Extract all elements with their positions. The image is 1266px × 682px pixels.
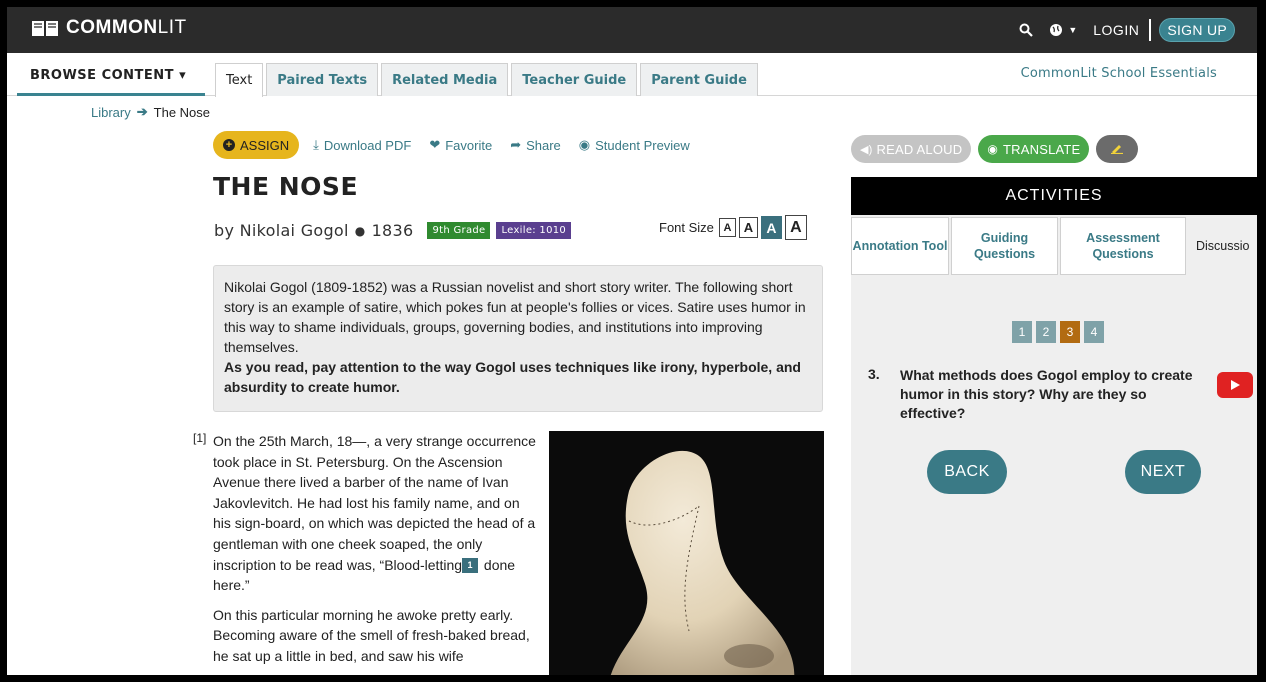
globe-icon[interactable]: ▼ bbox=[1049, 23, 1077, 37]
page-3[interactable]: 3 bbox=[1060, 321, 1080, 343]
font-size-xlarge[interactable]: A bbox=[784, 215, 807, 240]
activities-header: ACTIVITIES bbox=[851, 177, 1257, 215]
youtube-play-icon[interactable] bbox=[1217, 372, 1253, 398]
download-pdf-label: Download PDF bbox=[323, 137, 412, 153]
nav-divider bbox=[1149, 19, 1152, 41]
author: by Nikolai Gogol bbox=[214, 221, 349, 240]
publication-year: 1836 bbox=[371, 221, 414, 240]
reading-tools: ◀) READ ALOUD ◉ TRANSLATE bbox=[851, 135, 1145, 163]
content-nav: BROWSE CONTENT ▾ Text Paired Texts Relat… bbox=[7, 53, 1257, 97]
heart-hand-icon: ❤ bbox=[429, 137, 441, 152]
share-label: Share bbox=[526, 137, 561, 153]
text-actions: + ASSIGN ⤓ Download PDF ❤ Favorite ➦ Sha… bbox=[213, 131, 708, 159]
reading-focus: As you read, pay attention to the way Go… bbox=[224, 359, 801, 395]
arrow-right-icon: ➔ bbox=[136, 104, 148, 119]
globe-icon: ◉ bbox=[987, 142, 999, 156]
browse-content-menu[interactable]: BROWSE CONTENT ▾ bbox=[17, 53, 205, 96]
signup-button[interactable]: SIGN UP bbox=[1159, 18, 1235, 42]
breadcrumb-current: The Nose bbox=[153, 104, 211, 120]
plus-circle-icon: + bbox=[223, 139, 235, 151]
top-nav: COMMON LIT ▼ LOGIN SIGN UP bbox=[7, 7, 1257, 53]
pencil-icon bbox=[1110, 142, 1124, 157]
tab-text[interactable]: Text bbox=[215, 63, 264, 97]
breadcrumb: Library ➔ The Nose bbox=[91, 104, 210, 120]
favorite-link[interactable]: ❤ Favorite bbox=[429, 137, 492, 153]
page-title: THE NOSE bbox=[213, 172, 359, 201]
font-size-control: Font Size A A A A bbox=[659, 215, 810, 240]
paragraph-1: On the 25th March, 18—, a very strange o… bbox=[213, 431, 539, 596]
login-link[interactable]: LOGIN bbox=[1093, 22, 1139, 38]
font-size-large[interactable]: A bbox=[760, 216, 782, 239]
commonlit-logo[interactable]: COMMON LIT bbox=[31, 17, 187, 39]
chevron-down-icon: ▼ bbox=[1068, 25, 1078, 35]
question-number: 3. bbox=[868, 366, 880, 382]
bullet-separator: ● bbox=[354, 223, 366, 238]
nav-right: ▼ LOGIN SIGN UP bbox=[1019, 18, 1235, 42]
tab-assessment-questions[interactable]: Assessment Questions bbox=[1060, 217, 1186, 275]
school-essentials-link[interactable]: CommonLit School Essentials bbox=[1021, 66, 1217, 81]
next-button[interactable]: NEXT bbox=[1125, 450, 1201, 494]
highlighter-button[interactable] bbox=[1096, 135, 1139, 163]
paragraph-1-text: On the 25th March, 18—, a very strange o… bbox=[213, 433, 536, 573]
page-4[interactable]: 4 bbox=[1084, 321, 1104, 343]
grade-badge: 9th Grade bbox=[427, 222, 491, 239]
favorite-label: Favorite bbox=[445, 137, 493, 153]
font-size-label: Font Size bbox=[659, 220, 714, 235]
lexile-badge: Lexile: 1010 bbox=[496, 222, 572, 239]
download-pdf-link[interactable]: ⤓ Download PDF bbox=[313, 137, 411, 153]
share-icon: ➦ bbox=[510, 137, 522, 152]
share-link[interactable]: ➦ Share bbox=[510, 137, 561, 153]
assign-label: ASSIGN bbox=[240, 137, 290, 153]
eye-icon: ◉ bbox=[578, 137, 591, 152]
student-preview-link[interactable]: ◉ Student Preview bbox=[579, 137, 690, 153]
byline: by Nikolai Gogol ● 1836 9th Grade Lexile… bbox=[214, 221, 572, 240]
paragraph-number: [1] bbox=[193, 431, 207, 445]
page-frame: COMMON LIT ▼ LOGIN SIGN UP BROWSE CONTENT… bbox=[7, 7, 1257, 675]
page-2[interactable]: 2 bbox=[1036, 321, 1056, 343]
font-size-small[interactable]: A bbox=[718, 218, 736, 237]
paragraph-2: On this particular morning he awoke pret… bbox=[213, 606, 530, 664]
discussion-question: What methods does Gogol employ to create… bbox=[900, 367, 1193, 421]
breadcrumb-library[interactable]: Library bbox=[91, 105, 131, 120]
intro-text: Nikolai Gogol (1809-1852) was a Russian … bbox=[224, 279, 806, 355]
nose-image bbox=[549, 431, 824, 675]
story-text: On the 25th March, 18—, a very strange o… bbox=[213, 431, 539, 675]
activities-panel: ACTIVITIES Annotation Tool Guiding Quest… bbox=[851, 177, 1257, 675]
student-preview-label: Student Preview bbox=[595, 137, 690, 153]
translate-button[interactable]: ◉ TRANSLATE bbox=[978, 135, 1090, 163]
introduction-box: Nikolai Gogol (1809-1852) was a Russian … bbox=[213, 265, 823, 412]
activity-tabs: Annotation Tool Guiding Questions Assess… bbox=[851, 217, 1255, 275]
tab-annotation-tool[interactable]: Annotation Tool bbox=[851, 217, 949, 275]
assign-button[interactable]: + ASSIGN bbox=[213, 131, 300, 159]
page-1[interactable]: 1 bbox=[1012, 321, 1032, 343]
question-pager: 1 2 3 4 bbox=[1012, 321, 1108, 343]
footnote-marker[interactable]: 1 bbox=[462, 558, 479, 574]
tab-related-media[interactable]: Related Media bbox=[381, 63, 509, 96]
search-icon[interactable] bbox=[1019, 23, 1034, 37]
font-size-medium[interactable]: A bbox=[738, 217, 758, 238]
speaker-icon: ◀) bbox=[860, 143, 873, 156]
back-button[interactable]: BACK bbox=[927, 450, 1007, 494]
read-aloud-label: READ ALOUD bbox=[876, 141, 963, 157]
logo-text-bold: COMMON bbox=[66, 17, 158, 38]
translate-label: TRANSLATE bbox=[1003, 141, 1081, 157]
book-icon bbox=[31, 19, 59, 37]
tab-guiding-questions[interactable]: Guiding Questions bbox=[951, 217, 1058, 275]
tab-discussion[interactable]: Discussio bbox=[1188, 217, 1253, 275]
tab-parent-guide[interactable]: Parent Guide bbox=[640, 63, 758, 96]
download-icon: ⤓ bbox=[313, 137, 319, 152]
logo-text-light: LIT bbox=[157, 17, 187, 38]
tab-teacher-guide[interactable]: Teacher Guide bbox=[511, 63, 638, 96]
tab-paired-texts[interactable]: Paired Texts bbox=[266, 63, 379, 96]
text-tabs: Text Paired Texts Related Media Teacher … bbox=[215, 63, 761, 97]
read-aloud-button[interactable]: ◀) READ ALOUD bbox=[851, 135, 972, 163]
